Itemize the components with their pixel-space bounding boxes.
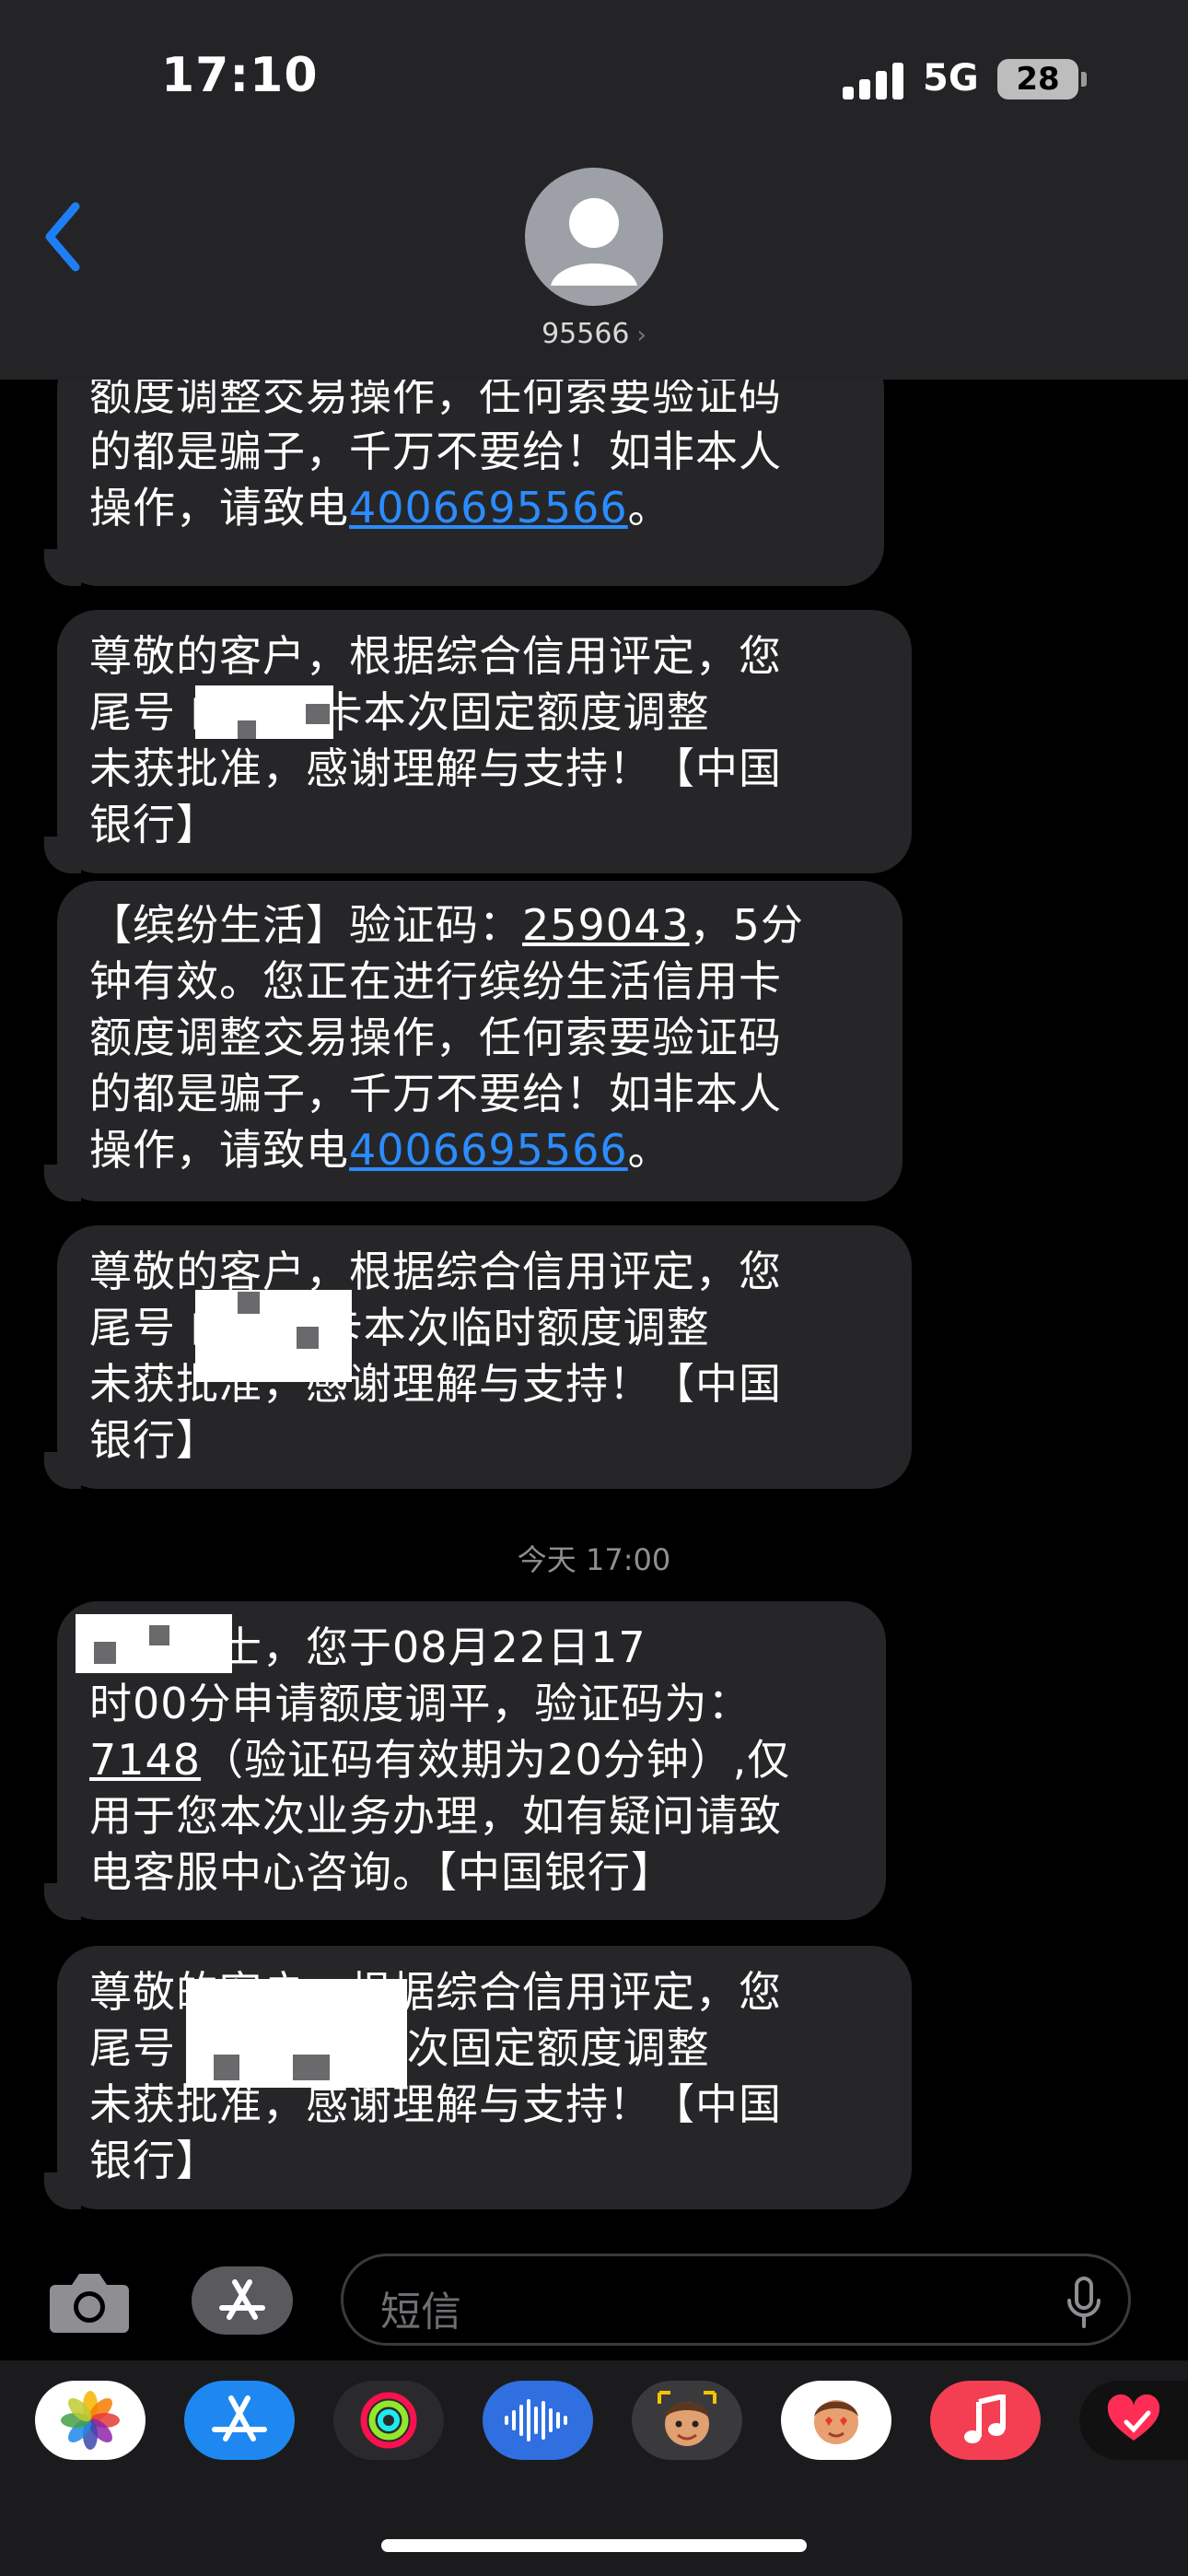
app-store-button[interactable] — [192, 2266, 293, 2335]
bubble-tail — [44, 549, 81, 586]
battery-tip — [1081, 72, 1087, 87]
bubble-tail — [44, 2172, 81, 2209]
message-input-placeholder: 短信 — [380, 2289, 461, 2336]
message-suffix: 。 — [627, 483, 671, 533]
cellular-signal-icon — [843, 61, 905, 100]
message-input[interactable]: 短信 — [341, 2254, 1131, 2346]
message-bubble-6[interactable]: 尊敬的客户，根据综合信用评定，您 尾号 的信用卡本次固定额度调整 未获批准，感谢… — [44, 1946, 912, 2209]
timestamp: 今天 17:00 — [517, 1542, 671, 1577]
contact-number: 95566 — [542, 318, 630, 350]
contact-avatar-icon[interactable] — [525, 168, 663, 306]
phone-link[interactable]: 4006695566 — [349, 483, 628, 533]
photos-app-icon[interactable] — [35, 2381, 146, 2460]
message-suffix: 。 — [627, 1125, 671, 1175]
conversation-header: 17:10 5G 28 95566 › — [0, 0, 1188, 380]
home-indicator[interactable] — [381, 2539, 807, 2552]
bubble-tail — [44, 1165, 81, 1201]
bubble-tail — [44, 837, 81, 873]
network-type: 5G — [923, 57, 979, 100]
memoji-stickers-app-icon[interactable] — [781, 2381, 891, 2460]
bubble-tail — [44, 1452, 81, 1489]
chevron-right-icon: › — [636, 322, 646, 349]
message-bubble-2[interactable]: 尊敬的客户，根据综合信用评定，您 尾号 的信用卡本次固定额度调整 未获批准，感谢… — [44, 610, 912, 873]
message-bubble-4[interactable]: 尊敬的客户，根据综合信用评定，您 尾号 的信用卡本次临时额度调整 未获批准，感谢… — [44, 1225, 912, 1489]
battery-icon: 28 — [997, 59, 1078, 100]
verification-code[interactable]: 259043 — [522, 900, 690, 950]
fitness-app-icon[interactable] — [333, 2381, 444, 2460]
message-bubble-1[interactable]: 讲有效。您正在进行缤纷生活信用卡 额度调整交易操作，任何索要验证码 的都是骗子，… — [44, 314, 884, 586]
memoji-app-icon[interactable] — [632, 2381, 742, 2460]
music-app-icon[interactable] — [930, 2381, 1041, 2460]
app-store-app-icon[interactable] — [184, 2381, 295, 2460]
contact-name[interactable]: 95566 › — [0, 318, 1188, 350]
bubble-tail — [44, 1883, 81, 1920]
status-time: 17:10 — [161, 48, 319, 103]
message-bubble-3[interactable]: 【缤纷生活】验证码：259043，5分 钟有效。您正在进行缤纷生活信用卡 额度调… — [44, 881, 903, 1201]
audio-message-app-icon[interactable] — [483, 2381, 593, 2460]
back-chevron-icon[interactable] — [37, 195, 92, 278]
app-store-icon — [219, 2279, 265, 2320]
battery-level: 28 — [1016, 61, 1060, 98]
verification-code[interactable]: 7148 — [89, 1735, 201, 1785]
camera-icon[interactable] — [48, 2266, 131, 2335]
message-text: 尊敬的客户，根据综合信用评定，您 尾号 的信用卡本次固定额度调整 未获批准，感谢… — [89, 631, 782, 849]
phone-link[interactable]: 4006695566 — [349, 1125, 628, 1175]
message-text: 尊敬的客户，根据综合信用评定，您 尾号 的信用卡本次临时额度调整 未获批准，感谢… — [89, 1247, 782, 1465]
microphone-icon[interactable] — [1066, 2277, 1102, 2328]
message-text: 【缤纷生活】验证码： — [89, 900, 522, 950]
digital-touch-app-icon[interactable] — [1079, 2381, 1188, 2460]
message-bubble-5[interactable]: 先生女士，您于08月22日17 时00分申请额度调平，验证码为： 7148（验证… — [44, 1601, 886, 1920]
